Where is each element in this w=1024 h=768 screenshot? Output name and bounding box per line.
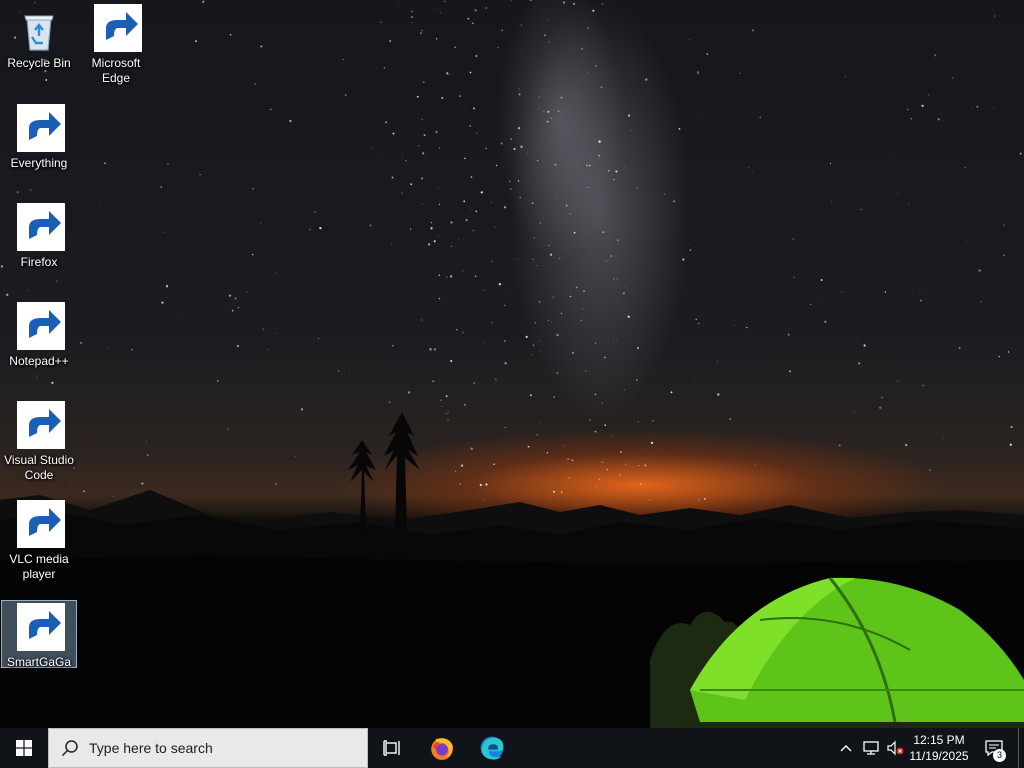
action-center-button[interactable]: 3 [978,728,1010,768]
shortcut-arrow-icon [17,401,65,449]
shortcut-arrow-icon [17,302,65,350]
desktop-icon-label: VLC media player [9,552,69,581]
volume-button[interactable] [884,728,906,768]
desktop-icon-everything[interactable]: Everything [1,102,77,170]
desktop-icon-firefox[interactable]: Firefox [1,201,77,269]
desktop-icon-label: Notepad++ [9,354,69,368]
desktop-icon-notepad-plus-plus[interactable]: Notepad++ [1,300,77,368]
chevron-up-icon [840,745,852,752]
task-view-icon [383,740,400,756]
search-placeholder: Type here to search [89,740,213,756]
search-icon [61,740,78,757]
desktop-icon-label: Visual Studio Code [4,453,74,482]
notification-count-badge: 3 [993,749,1006,762]
network-icon [863,741,879,755]
clock-time: 12:15 PM [913,733,965,747]
desktop-icon-vlc-media-player[interactable]: VLC media player [1,498,77,588]
task-view-button[interactable] [368,728,416,768]
desktop-icon-label: Everything [10,156,68,170]
desktop-icon-label: SmartGaGa [6,655,72,669]
shortcut-arrow-icon [17,104,65,152]
firefox-icon [431,738,453,760]
desktop-icon-smartgaga[interactable]: SmartGaGa [1,600,77,669]
clock-date: 11/19/2025 [909,749,969,763]
shortcut-arrow-icon [17,203,65,251]
edge-icon [480,736,504,760]
windows-logo-icon [16,740,32,756]
desktop-icon-visual-studio-code[interactable]: Visual Studio Code [1,399,77,489]
desktop-icon-label: Recycle Bin [7,56,71,70]
show-hidden-icons-button[interactable] [836,728,856,768]
desktop-icon-label: Microsoft Edge [91,56,141,85]
start-button[interactable] [0,728,48,768]
desktop-icon-recycle-bin[interactable]: Recycle Bin [1,2,77,70]
desktop-icon-microsoft-edge[interactable]: Microsoft Edge [78,2,154,92]
shortcut-arrow-icon [17,500,65,548]
desktop[interactable]: Recycle Bin Microsoft Edge Everything Fi… [0,0,1024,728]
taskbar-firefox-button[interactable] [418,728,466,768]
shortcut-arrow-icon [94,4,142,52]
desktop-icon-label: Firefox [20,255,58,269]
taskbar-edge-button[interactable] [468,728,516,768]
search-box[interactable]: Type here to search [48,728,368,768]
recycle-bin-icon [24,15,54,51]
show-desktop-button[interactable] [1018,728,1024,768]
shortcut-arrow-icon [17,603,65,651]
taskbar: Type here to search 12:15 PM 11/19/2025 … [0,728,1024,768]
network-button[interactable] [860,728,882,768]
clock[interactable]: 12:15 PM 11/19/2025 [906,728,972,768]
volume-muted-icon [887,740,904,756]
landscape-silhouette [0,412,1024,728]
